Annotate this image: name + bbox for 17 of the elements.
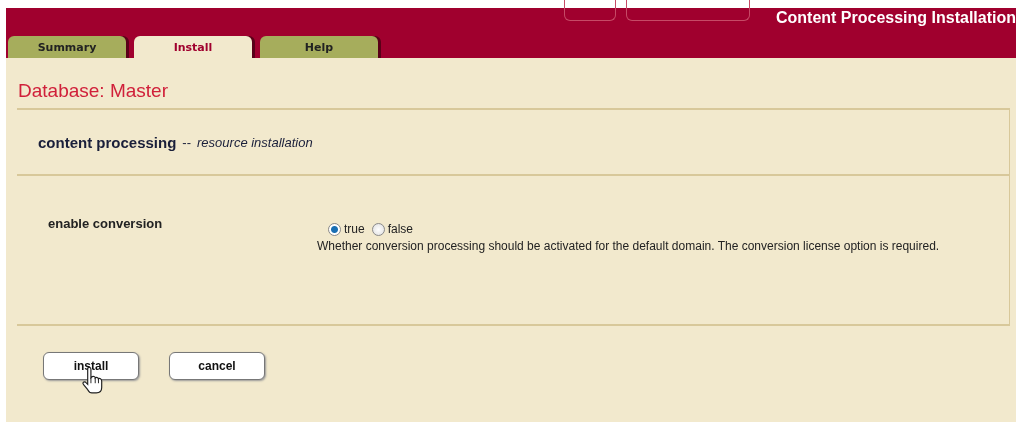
action-button[interactable]: cancel: [169, 352, 265, 380]
radio-button[interactable]: [328, 222, 341, 236]
radio-button[interactable]: [371, 222, 385, 236]
setting-description: Whether conversion processing should be activated for the default domain. The conversion license option is required.: [317, 238, 941, 255]
app-title: Content Processing Installation: [775, 8, 1016, 27]
page-title: Database: Master: [17, 80, 169, 103]
separator-text: --: [182, 134, 192, 150]
option-label[interactable]: false: [387, 222, 414, 236]
section-title: content processing: [38, 133, 177, 151]
setting-label: enable conversion: [48, 216, 164, 233]
option-label[interactable]: true: [344, 222, 365, 236]
tab[interactable]: Summary: [8, 36, 126, 58]
tab[interactable]: Install: [134, 36, 252, 58]
tab[interactable]: Help: [260, 36, 378, 58]
outline-shape: [563, 0, 616, 21]
section-subtitle: resource installation: [197, 134, 313, 150]
action-button[interactable]: install: [43, 352, 139, 380]
